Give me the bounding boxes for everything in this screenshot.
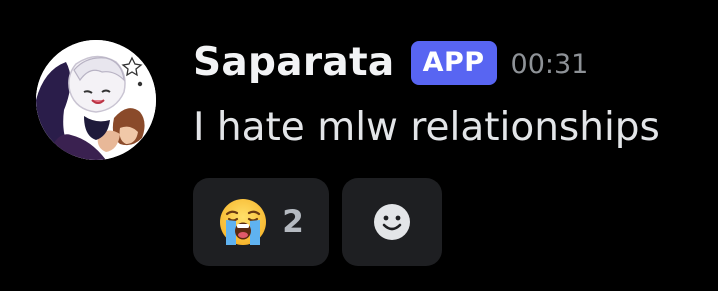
user-avatar[interactable]	[36, 40, 156, 160]
author-username[interactable]: Saparata	[193, 38, 395, 88]
anime-character-avatar-icon	[36, 40, 156, 160]
app-badge: APP	[410, 41, 497, 85]
message-header: Saparata APP 00:31	[193, 38, 588, 88]
message-text: I hate mlw relationships	[193, 105, 660, 150]
message-timestamp: 00:31	[510, 49, 589, 80]
reaction-count: 2	[282, 204, 304, 240]
loudly-crying-face-emoji-icon	[218, 197, 268, 247]
smiley-face-icon	[372, 202, 412, 242]
add-reaction-button[interactable]	[342, 178, 442, 266]
reaction-loudly-crying[interactable]: 2	[193, 178, 329, 266]
